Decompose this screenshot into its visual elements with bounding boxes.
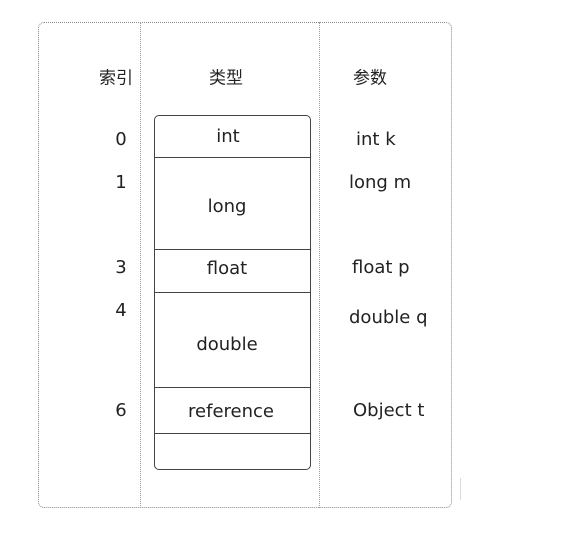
param-label: Object t (353, 400, 425, 421)
param-label: long m (349, 172, 412, 193)
index-label: 1 (115, 172, 127, 193)
index-label: 0 (115, 129, 127, 150)
type-label: float (206, 258, 248, 279)
type-label: double (196, 334, 258, 355)
header-index: 索引 (99, 68, 133, 89)
type-label: int (216, 126, 240, 147)
index-label: 4 (115, 300, 127, 321)
param-label: double q (349, 307, 428, 328)
header-param: 参数 (353, 68, 387, 89)
watermark-mark (460, 478, 469, 500)
slot-separator (154, 292, 311, 293)
header-type: 类型 (209, 68, 243, 89)
type-label: long (207, 196, 247, 217)
column-divider-type-param (319, 22, 320, 508)
index-label: 6 (115, 400, 127, 421)
param-label: float p (352, 257, 410, 278)
slot-separator (154, 387, 311, 388)
param-label: int k (356, 129, 396, 150)
type-label: reference (188, 401, 274, 422)
column-divider-index-type (140, 22, 141, 508)
slot-separator (154, 157, 311, 158)
slot-separator (154, 433, 311, 434)
index-label: 3 (115, 257, 127, 278)
slot-separator (154, 249, 311, 250)
